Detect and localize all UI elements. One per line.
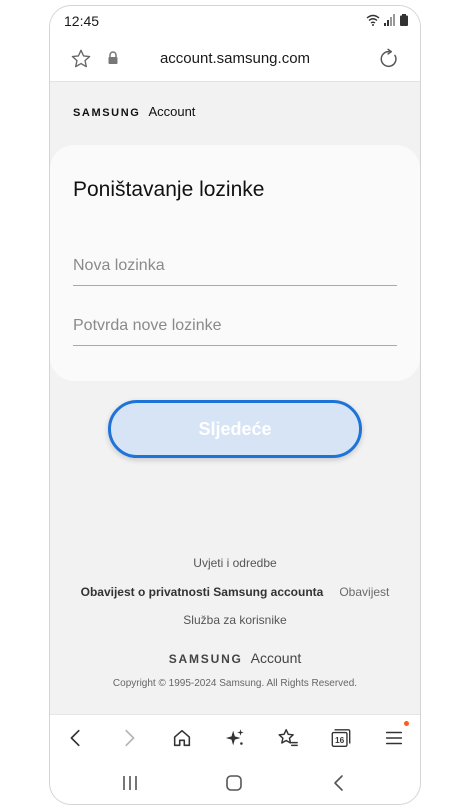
back-icon[interactable] — [63, 725, 89, 751]
customer-support-link[interactable]: Služba za korisnike — [50, 613, 420, 627]
home-nav-icon[interactable] — [222, 772, 246, 794]
reset-password-card: Poništavanje lozinke — [50, 145, 420, 381]
page-content: SAMSUNG Account Poništavanje lozinke Slj… — [50, 82, 420, 714]
next-button[interactable]: Sljedeće — [108, 400, 362, 458]
system-navigation-bar — [50, 760, 420, 804]
confirm-password-field — [73, 306, 397, 346]
battery-icon — [400, 14, 408, 26]
forward-icon[interactable] — [116, 725, 142, 751]
brand-samsung: SAMSUNG — [73, 107, 141, 119]
confirm-password-input[interactable] — [73, 306, 397, 345]
reload-icon[interactable] — [378, 48, 400, 75]
tabs-icon[interactable]: 16 — [328, 725, 354, 751]
footer-brand-account: Account — [250, 650, 302, 666]
new-password-field — [73, 246, 397, 286]
samsung-account-logo: SAMSUNG Account — [73, 104, 195, 119]
notice-link[interactable]: Obavijest — [339, 585, 389, 599]
phone-frame: 12:45 account.samsung.com SAMSUNG Accoun… — [49, 5, 421, 805]
footer-privacy-row: Obavijest o privatnosti Samsung accounta… — [50, 585, 420, 599]
sparkle-icon[interactable] — [222, 725, 248, 751]
bookmarks-icon[interactable] — [275, 725, 301, 751]
recent-apps-icon[interactable] — [118, 772, 142, 794]
url-address[interactable]: account.samsung.com — [50, 50, 420, 67]
page-title: Poništavanje lozinke — [73, 178, 265, 201]
back-nav-icon[interactable] — [327, 772, 351, 794]
tab-count: 16 — [335, 736, 345, 745]
brand-account: Account — [148, 104, 196, 119]
menu-icon[interactable] — [381, 721, 409, 751]
footer-brand-samsung: SAMSUNG — [168, 652, 243, 666]
status-bar: 12:45 — [50, 6, 420, 36]
new-password-input[interactable] — [73, 246, 397, 285]
signal-icon — [384, 14, 395, 26]
wifi-icon — [366, 14, 380, 26]
status-time: 12:45 — [64, 13, 100, 29]
browser-toolbar: 16 — [50, 714, 420, 760]
browser-url-bar: account.samsung.com — [50, 36, 420, 82]
home-icon[interactable] — [169, 725, 195, 751]
menu-notification-dot — [404, 721, 409, 726]
terms-link[interactable]: Uvjeti i odredbe — [50, 556, 420, 570]
status-icons — [366, 14, 408, 26]
copyright-text: Copyright © 1995-2024 Samsung. All Right… — [112, 678, 358, 689]
privacy-notice-link[interactable]: Obavijest o privatnosti Samsung accounta — [81, 585, 324, 599]
footer-samsung-account-logo: SAMSUNG Account — [50, 650, 420, 666]
